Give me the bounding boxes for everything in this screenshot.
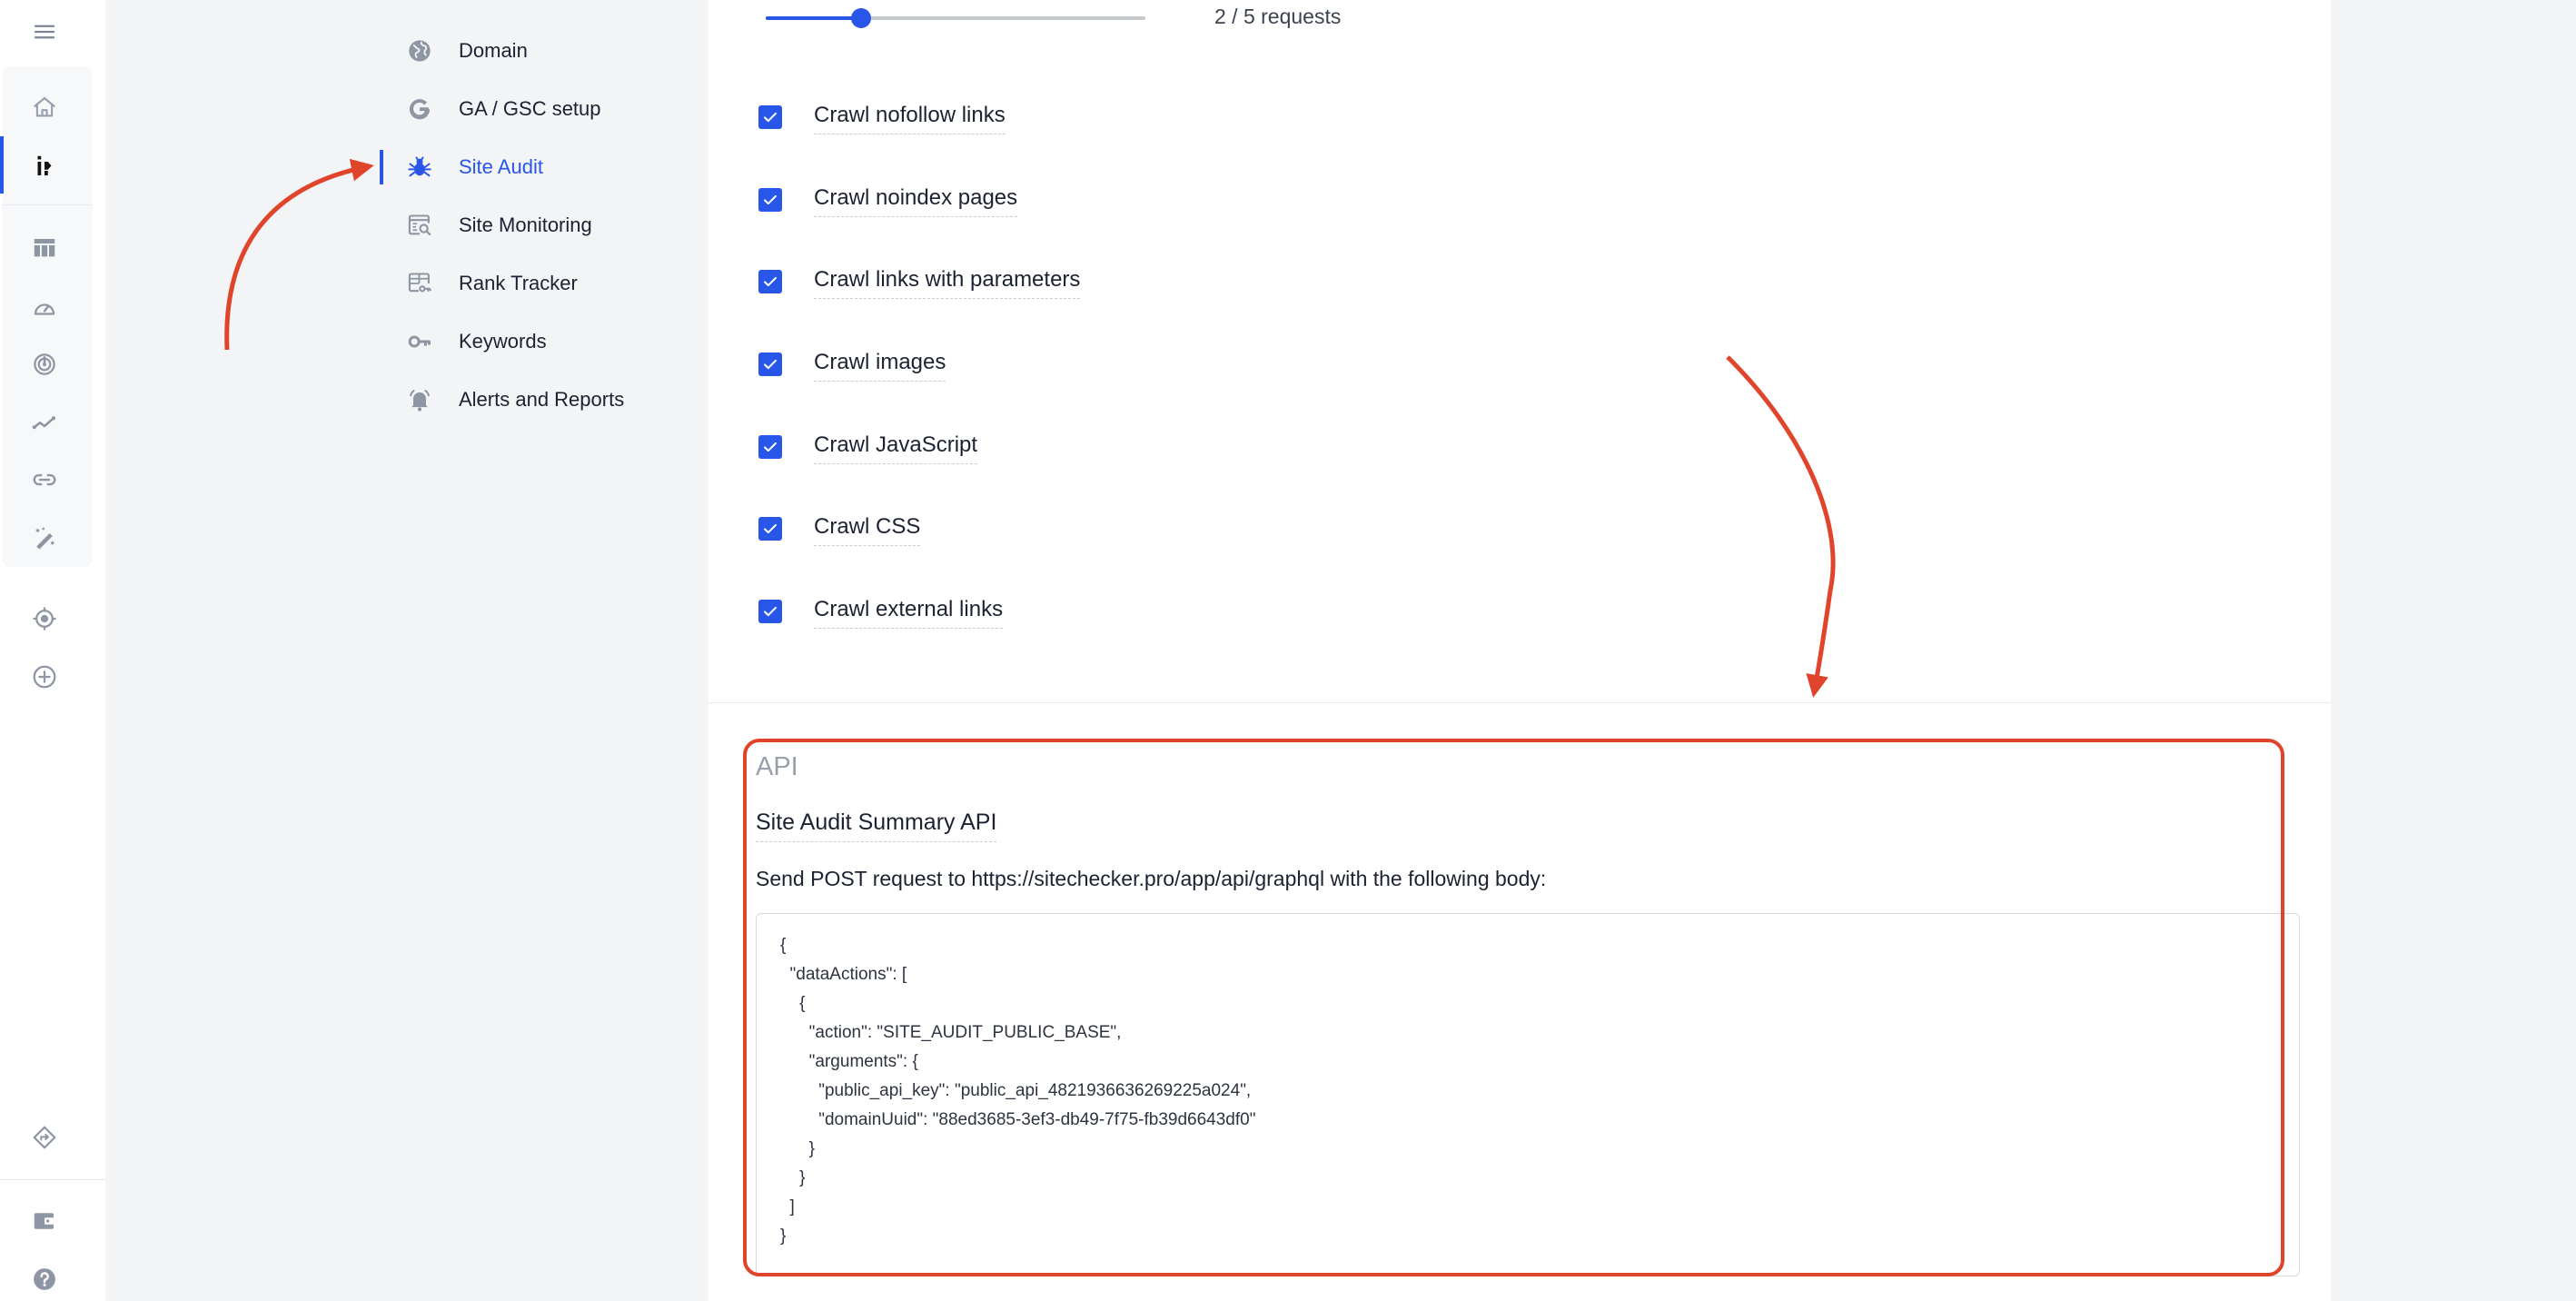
sidebar-item-add[interactable] (27, 660, 62, 694)
help-icon (34, 1268, 55, 1290)
nav-item-label: Site Monitoring (459, 214, 592, 236)
crawl-option-label[interactable]: Crawl links with parameters (814, 267, 1081, 299)
code-line: } (780, 1168, 806, 1187)
checkmark-icon (764, 112, 777, 123)
directions-icon (33, 1126, 56, 1149)
api-subtitle: Site Audit Summary API (756, 809, 997, 842)
menu-icon (34, 25, 55, 39)
annotation-arrow-to-site-audit (224, 158, 374, 351)
api-description: Send POST request to https://sitechecker… (756, 867, 1547, 890)
nav-item-site-audit[interactable]: Site Audit (381, 149, 690, 185)
magic-wand-icon (35, 527, 54, 550)
right-gutter (2331, 0, 2576, 1301)
code-line: "domainUuid": "88ed3685-3ef3-db49-7f75-f… (780, 1110, 1256, 1129)
sidebar-item-help[interactable] (27, 1262, 62, 1296)
crawl-option-checkbox[interactable] (758, 353, 782, 376)
trend-line-icon (32, 416, 55, 430)
nav-item-label: Domain (459, 39, 528, 62)
nav-item-alerts-reports[interactable]: Alerts and Reports (381, 382, 690, 418)
wallet-icon (34, 1213, 55, 1229)
crawl-option-checkbox[interactable] (758, 517, 782, 541)
crawl-speed-slider[interactable] (766, 8, 1145, 28)
crawl-option-label[interactable]: Crawl nofollow links (814, 103, 1006, 134)
nav-item-label: Alerts and Reports (459, 388, 625, 411)
code-line: { (780, 994, 806, 1013)
checkmark-icon (764, 359, 777, 370)
project-logo-icon (37, 155, 52, 175)
sidebar-item-home[interactable] (27, 90, 62, 124)
sidebar-item-speed[interactable] (27, 290, 62, 324)
sidebar-item-trend[interactable] (27, 404, 62, 439)
api-request-body-code[interactable]: { "dataActions": [ { "action": "SITE_AUD… (756, 913, 2300, 1276)
add-circle-icon (33, 665, 56, 689)
google-icon (407, 96, 432, 122)
nav-item-label: Rank Tracker (459, 272, 578, 294)
checkmark-icon (764, 442, 777, 452)
crawl-option-label[interactable]: Crawl CSS (814, 514, 921, 546)
nav-item-label: Keywords (459, 330, 547, 353)
globe-icon (407, 38, 432, 64)
sidebar-item-wallet[interactable] (27, 1204, 62, 1238)
nav-item-ga-gsc[interactable]: GA / GSC setup (381, 91, 690, 127)
link-icon (33, 473, 56, 486)
sidebar-item-target[interactable] (27, 601, 62, 636)
monitor-search-icon (407, 213, 432, 238)
sidebar-item-project[interactable] (27, 149, 62, 184)
api-section-title: API (756, 752, 798, 781)
checkmark-icon (764, 194, 777, 205)
home-icon (34, 96, 55, 117)
crawl-option-checkbox[interactable] (758, 435, 782, 459)
icon-sidebar (0, 0, 105, 1301)
sidebar-bottom-divider (0, 1179, 105, 1180)
sidebar-item-directions[interactable] (27, 1120, 62, 1155)
key-icon (407, 329, 432, 354)
table-icon (34, 239, 55, 257)
sidebar-group-divider (2, 204, 93, 205)
crawl-option-label[interactable]: Crawl external links (814, 597, 1004, 629)
checkmark-icon (764, 606, 777, 617)
nav-item-label: Site Audit (459, 155, 543, 178)
sidebar-item-links[interactable] (27, 462, 62, 497)
crawl-option-label[interactable]: Crawl images (814, 350, 946, 382)
sidebar-item-magic[interactable] (27, 521, 62, 555)
radar-icon (34, 353, 55, 375)
bell-icon (407, 387, 432, 412)
sidebar-item-radar[interactable] (27, 347, 62, 382)
crawl-option-checkbox[interactable] (758, 270, 782, 293)
code-line: ] (780, 1197, 795, 1217)
nav-item-keywords[interactable]: Keywords (381, 323, 690, 360)
checkmark-icon (764, 276, 777, 287)
bug-icon (407, 154, 432, 180)
speedometer-icon (34, 303, 55, 315)
slider-thumb[interactable] (850, 8, 871, 28)
section-divider (708, 702, 2331, 703)
code-line: } (780, 1227, 787, 1246)
checkmark-icon (764, 523, 777, 534)
crawl-option-checkbox[interactable] (758, 188, 782, 212)
nav-item-site-monitoring[interactable]: Site Monitoring (381, 207, 690, 243)
code-line: { (780, 936, 787, 955)
rank-tracker-icon (407, 271, 432, 296)
menu-button[interactable] (27, 15, 62, 49)
crawl-option-label[interactable]: Crawl JavaScript (814, 432, 978, 464)
sidebar-active-indicator (0, 136, 4, 194)
slider-fill (766, 16, 861, 20)
sidebar-item-table[interactable] (27, 231, 62, 265)
code-line: } (780, 1139, 816, 1158)
code-line: "public_api_key": "public_api_4821936636… (780, 1081, 1252, 1100)
target-icon (33, 607, 56, 631)
crawl-option-label[interactable]: Crawl noindex pages (814, 185, 1018, 217)
crawl-option-checkbox[interactable] (758, 105, 782, 129)
nav-item-domain[interactable]: Domain (381, 33, 690, 69)
code-line: "action": "SITE_AUDIT_PUBLIC_BASE", (780, 1023, 1122, 1042)
code-line: "arguments": { (780, 1052, 918, 1071)
crawl-option-checkbox[interactable] (758, 600, 782, 623)
nav-item-label: GA / GSC setup (459, 97, 601, 120)
nav-item-rank-tracker[interactable]: Rank Tracker (381, 265, 690, 302)
code-line: "dataActions": [ (780, 965, 907, 984)
slider-value-label: 2 / 5 requests (1214, 5, 1342, 28)
